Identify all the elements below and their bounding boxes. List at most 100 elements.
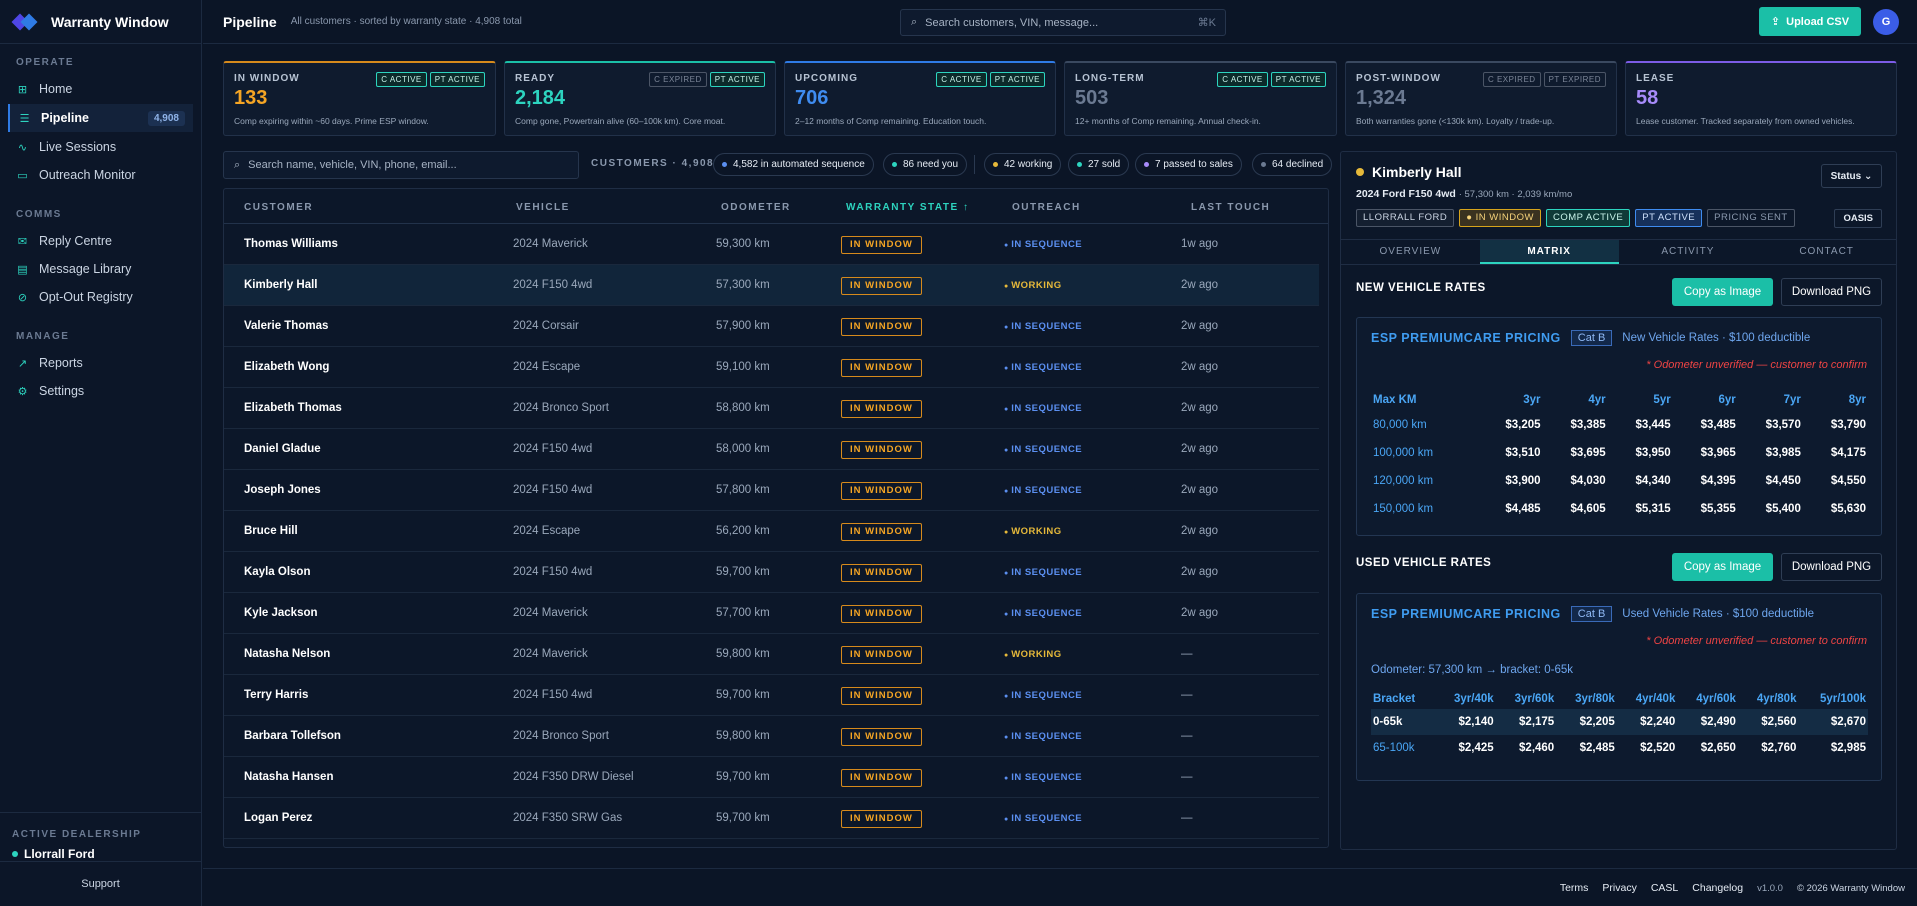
warranty-state-badge: IN WINDOW [841, 318, 922, 336]
table-row[interactable]: Daniel Gladue 2024 F150 4wd 58,000 km IN WI… [224, 429, 1319, 470]
column-header-vehicle[interactable]: VEHICLE [516, 202, 570, 213]
sidebar-item-live-sessions[interactable]: ∿ Live Sessions [0, 133, 201, 161]
tab-matrix[interactable]: MATRIX [1479, 240, 1619, 264]
warranty-chip: PT ACTIVE [1270, 72, 1326, 87]
filter-pill-working[interactable]: 42 working [984, 153, 1062, 176]
odometer: 57,900 km [716, 320, 770, 332]
sidebar-item-reply-centre[interactable]: ✉ Reply Centre [0, 227, 201, 255]
copy-new-image-button[interactable]: Copy as Image [1672, 278, 1773, 306]
rate-value: $4,550 [1830, 475, 1866, 487]
copyright: © 2026 Warranty Window [1796, 882, 1905, 894]
top-header: Pipeline All customers · sorted by warra… [203, 0, 1917, 44]
tab-contact[interactable]: CONTACT [1757, 240, 1896, 264]
footer-link-privacy[interactable]: Privacy [1602, 882, 1636, 894]
detail-tag-comp-active: COMP ACTIVE [1545, 209, 1631, 227]
tab-activity[interactable]: ACTIVITY [1619, 240, 1758, 264]
table-row[interactable]: Elizabeth Thomas 2024 Bronco Sport 58,800 … [224, 388, 1319, 429]
filter-pill-need-you[interactable]: 86 need you [883, 153, 968, 176]
grid-icon: ⊞ [17, 83, 28, 96]
column-header-outreach[interactable]: OUTREACH [1012, 202, 1081, 213]
table-row[interactable]: Kyle Jackson 2024 Maverick 57,700 km IN WIN… [224, 593, 1319, 634]
detail-tag-pricing-sent: PRICING SENT [1707, 209, 1795, 227]
sidebar-item-pipeline[interactable]: ☰ Pipeline 4,908 [8, 104, 193, 132]
sidebar-item-opt-out-registry[interactable]: ⊘ Opt-Out Registry [0, 283, 201, 311]
table-row[interactable]: Kayla Olson 2024 F150 4wd 59,700 km IN WIND… [224, 552, 1319, 593]
customer-search-input[interactable]: ⌕ Search name, vehicle, VIN, phone, emai… [223, 151, 579, 179]
new-rates-heading: ESP PREMIUMCARE PRICING [1371, 331, 1561, 345]
warranty-state-badge: IN WINDOW [841, 236, 922, 254]
stat-card-ready[interactable]: READY 2,184 Comp gone, Powertrain alive (6… [504, 61, 776, 136]
sidebar-item-reports[interactable]: ↗ Reports [0, 349, 201, 377]
sidebar-item-message-library[interactable]: ▤ Message Library [0, 255, 201, 283]
filter-pill-sold[interactable]: 27 sold [1068, 153, 1130, 176]
column-header-warranty-state[interactable]: WARRANTY STATE ↑ [846, 202, 969, 213]
footer-link-casl[interactable]: CASL [1651, 882, 1678, 894]
rate-row: 120,000 km $3,900 $4,030 $4,340 $4,395 $4,450… [1371, 467, 1868, 495]
table-row[interactable]: Natasha Nelson 2024 Maverick 59,800 km IN W… [224, 634, 1319, 675]
table-row[interactable]: Kimberly Hall 2024 F150 4wd 57,300 km IN WI… [224, 265, 1319, 306]
stat-value: 2,184 [515, 87, 566, 109]
table-row[interactable]: Elizabeth Wong 2024 Escape 59,100 km IN WIN… [224, 347, 1319, 388]
rate-column-header: 3yr/80k [1575, 692, 1615, 705]
outreach-label: IN SEQUENCE [1011, 731, 1083, 742]
stat-card-in-window[interactable]: IN WINDOW 133 Comp expiring within ~60 day… [223, 61, 496, 136]
status-dot-icon [993, 162, 998, 167]
filter-pill-passed-to-sales[interactable]: 7 passed to sales [1135, 153, 1242, 176]
detail-tag-in-window: ● IN WINDOW [1459, 209, 1541, 227]
sidebar-item-settings[interactable]: ⚙ Settings [0, 377, 201, 405]
global-search-input[interactable]: ⌕ Search customers, VIN, message... ⌘K [900, 9, 1226, 36]
stat-card-long-term[interactable]: LONG-TERM 503 12+ months of Comp remaining… [1064, 61, 1337, 136]
oasis-button[interactable]: OASIS [1834, 209, 1882, 228]
rate-value: $5,315 [1635, 503, 1671, 515]
stat-card-lease[interactable]: LEASE 58 Lease customer. Tracked separatel… [1625, 61, 1897, 136]
stat-card-post-window[interactable]: POST-WINDOW 1,324 Both warranties gone (<1… [1345, 61, 1617, 136]
warranty-state-badge: IN WINDOW [841, 605, 922, 623]
rate-value: $3,510 [1505, 447, 1541, 459]
table-row[interactable]: Valerie Thomas 2024 Corsair 57,900 km IN WI… [224, 306, 1319, 347]
odometer: 57,300 km [716, 279, 770, 291]
upload-csv-button[interactable]: ⇪ Upload CSV [1759, 7, 1861, 36]
column-header-odometer[interactable]: ODOMETER [721, 202, 791, 213]
download-used-png-button[interactable]: Download PNG [1781, 553, 1882, 581]
download-new-png-button[interactable]: Download PNG [1781, 278, 1882, 306]
outreach-status: ● IN SEQUENCE [1004, 347, 1082, 389]
outreach-label: WORKING [1011, 649, 1062, 660]
table-row[interactable]: Natasha Hansen 2024 F350 DRW Diesel 59,700… [224, 757, 1319, 798]
dealership-selector[interactable]: Llorrall Ford [12, 847, 189, 861]
copy-used-image-button[interactable]: Copy as Image [1672, 553, 1773, 581]
last-touch: 2w ago [1181, 443, 1219, 455]
filter-pill-declined[interactable]: 64 declined [1252, 153, 1333, 176]
vehicle: 2024 F350 DRW Diesel [513, 771, 634, 783]
stat-value: 58 [1636, 87, 1659, 109]
stat-card-upcoming[interactable]: UPCOMING 706 2–12 months of Comp remaining… [784, 61, 1056, 136]
filter-pill-in-automated-sequence[interactable]: 4,582 in automated sequence [713, 153, 874, 176]
table-row[interactable]: Bruce Hill 2024 Escape 56,200 km IN WINDOW ●… [224, 511, 1319, 552]
pill-label: 27 sold [1088, 159, 1121, 170]
table-row[interactable]: Joseph Jones 2024 F150 4wd 57,800 km IN WIN… [224, 470, 1319, 511]
sidebar-nav: OPERATE ⊞ Home ☰ Pipeline 4,908 ∿ Live Sessions… [0, 57, 201, 405]
table-row[interactable]: Terry Harris 2024 F150 4wd 59,700 km IN WIN… [224, 675, 1319, 716]
avatar[interactable]: G [1873, 9, 1899, 35]
footer-link-changelog[interactable]: Changelog [1692, 882, 1743, 894]
table-row[interactable]: Thomas Williams 2024 Maverick 59,300 km IN … [224, 224, 1319, 265]
table-row[interactable]: Barbara Tollefson 2024 Bronco Sport 59,800… [224, 716, 1319, 757]
rate-value: $2,490 [1677, 709, 1738, 735]
outreach-status: ● WORKING [1004, 265, 1062, 307]
warranty-chip: PT ACTIVE [429, 72, 485, 87]
archive-icon: ▤ [17, 263, 28, 276]
support-link[interactable]: Support [0, 861, 201, 906]
tab-overview[interactable]: OVERVIEW [1341, 240, 1480, 264]
sidebar-item-home[interactable]: ⊞ Home [0, 75, 201, 103]
column-header-last-touch[interactable]: LAST TOUCH [1191, 202, 1270, 213]
stat-value: 503 [1075, 87, 1109, 109]
outreach-label: IN SEQUENCE [1011, 444, 1083, 455]
odometer: 59,800 km [716, 730, 770, 742]
table-row[interactable]: Logan Perez 2024 F350 SRW Gas 59,700 km IN … [224, 798, 1319, 839]
brand[interactable]: Warranty Window [0, 0, 201, 44]
rate-value: $3,205 [1505, 419, 1541, 431]
dealership-label: ACTIVE DEALERSHIP [12, 829, 142, 840]
footer-link-terms[interactable]: Terms [1560, 882, 1589, 894]
column-header-customer[interactable]: CUSTOMER [244, 202, 313, 213]
status-dropdown[interactable]: Status ⌄ [1821, 164, 1882, 188]
sidebar-item-outreach-monitor[interactable]: ▭ Outreach Monitor [0, 161, 201, 189]
